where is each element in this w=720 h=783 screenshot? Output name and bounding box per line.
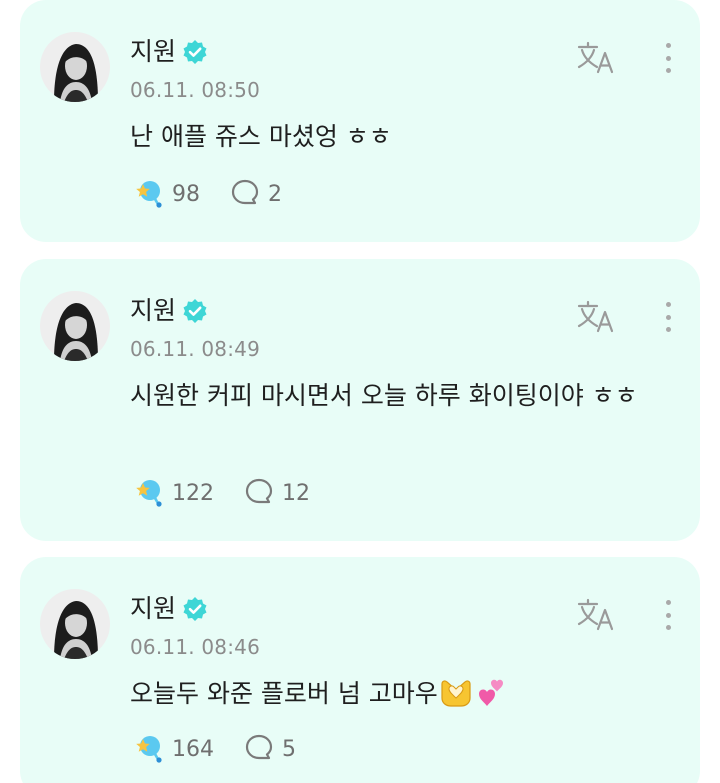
two-hearts-emoji-icon	[474, 676, 508, 722]
more-options-icon[interactable]	[656, 299, 680, 335]
comment-bubble-icon	[244, 733, 274, 767]
like-button[interactable]: 164	[130, 731, 214, 769]
post-text: 시원한 커피 마시면서 오늘 하루 화이팅이야 ㅎㅎ	[130, 374, 650, 418]
more-options-icon[interactable]	[656, 597, 680, 633]
post-card[interactable]: 지원 06.11. 08:49 시원한 커피 마시면서 오늘 하루 화이팅이야 …	[20, 259, 700, 541]
post-card[interactable]: 지원 06.11. 08:50 난 애플 쥬스 마셨엉 ㅎㅎ 98 2	[20, 0, 700, 242]
post-text-content: 시원한 커피 마시면서 오늘 하루 화이팅이야 ㅎㅎ	[130, 381, 638, 410]
author[interactable]: 지원	[130, 295, 208, 327]
post-timestamp: 06.11. 08:50	[130, 78, 261, 102]
comment-bubble-icon	[244, 477, 274, 511]
post-timestamp: 06.11. 08:46	[130, 635, 261, 659]
like-count: 98	[172, 182, 200, 207]
like-star-icon	[130, 731, 164, 769]
post-timestamp: 06.11. 08:49	[130, 337, 261, 361]
comment-button[interactable]: 5	[244, 733, 296, 767]
post-actions: 164 5	[130, 731, 296, 769]
author-name[interactable]: 지원	[130, 295, 176, 327]
like-button[interactable]: 122	[130, 475, 214, 513]
post-text: 난 애플 쥬스 마셨엉 ㅎㅎ	[130, 115, 650, 159]
comment-button[interactable]: 12	[244, 477, 310, 511]
post-feed: 지원 06.11. 08:50 난 애플 쥬스 마셨엉 ㅎㅎ 98 2 지원 0…	[0, 0, 720, 783]
post-text-content: 난 애플 쥬스 마셨엉 ㅎㅎ	[130, 122, 392, 151]
comment-button[interactable]: 2	[230, 178, 282, 212]
comment-count: 12	[282, 481, 310, 506]
like-button[interactable]: 98	[130, 176, 200, 214]
comment-bubble-icon	[230, 178, 260, 212]
avatar[interactable]	[40, 32, 110, 102]
translate-icon[interactable]	[576, 41, 616, 75]
translate-icon[interactable]	[576, 598, 616, 632]
post-actions: 122 12	[130, 475, 310, 513]
post-actions: 98 2	[130, 176, 282, 214]
post-text-content: 오늘두 와준 플로버 넘 고마우	[130, 679, 438, 708]
like-star-icon	[130, 176, 164, 214]
comment-count: 5	[282, 737, 296, 762]
author-name[interactable]: 지원	[130, 36, 176, 68]
like-count: 122	[172, 481, 214, 506]
like-star-icon	[130, 475, 164, 513]
author[interactable]: 지원	[130, 593, 208, 625]
author-name[interactable]: 지원	[130, 593, 176, 625]
verified-badge-icon	[182, 596, 208, 622]
translate-icon[interactable]	[576, 300, 616, 334]
heart-hands-emoji-icon	[439, 678, 473, 722]
post-text: 오늘두 와준 플로버 넘 고마우	[130, 672, 650, 722]
more-options-icon[interactable]	[656, 40, 680, 76]
avatar[interactable]	[40, 291, 110, 361]
comment-count: 2	[268, 182, 282, 207]
post-card[interactable]: 지원 06.11. 08:46 오늘두 와준 플로버 넘 고마우 164 5	[20, 557, 700, 783]
verified-badge-icon	[182, 298, 208, 324]
avatar[interactable]	[40, 589, 110, 659]
author[interactable]: 지원	[130, 36, 208, 68]
like-count: 164	[172, 737, 214, 762]
verified-badge-icon	[182, 39, 208, 65]
